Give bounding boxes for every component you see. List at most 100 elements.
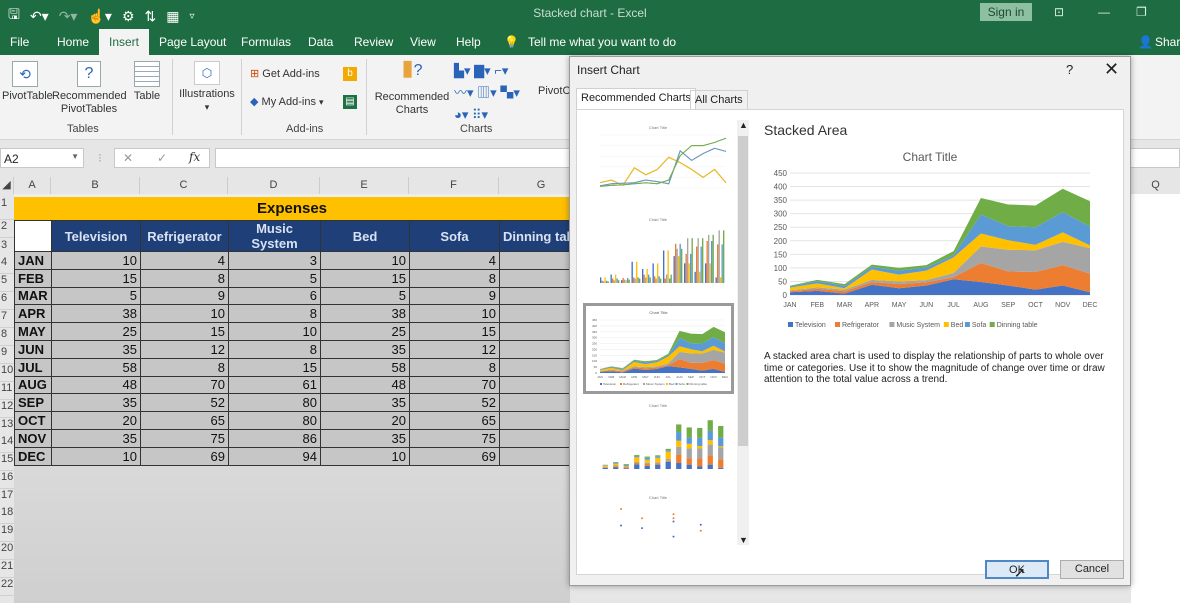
month-cell[interactable]: OCT [14,411,52,430]
value-cell[interactable]: 35 [320,428,410,448]
scroll-down-icon[interactable]: ▼ [739,535,748,545]
row-header[interactable]: 9 [0,345,14,364]
value-cell[interactable]: 10 [140,304,229,324]
share-button[interactable]: Share [1155,35,1180,49]
value-cell[interactable] [499,428,579,448]
month-cell[interactable]: NOV [14,428,52,448]
column-header-b[interactable]: B [51,177,140,194]
value-cell[interactable]: 70 [409,375,500,395]
value-cell[interactable]: 38 [320,304,410,324]
row-header[interactable]: 16 [0,470,14,489]
value-cell[interactable]: 35 [51,428,141,448]
month-cell[interactable]: AUG [14,375,52,395]
value-cell[interactable]: 20 [320,411,410,430]
value-cell[interactable] [499,304,579,324]
value-cell[interactable]: 58 [51,357,141,377]
value-cell[interactable]: 8 [228,339,321,359]
value-cell[interactable]: 10 [228,322,321,341]
value-cell[interactable]: 15 [140,322,229,341]
value-cell[interactable] [499,268,579,288]
column-chart-icon[interactable]: ▙▾ [454,63,471,78]
value-cell[interactable]: 69 [409,446,500,466]
value-cell[interactable]: 9 [140,286,229,306]
value-cell[interactable]: 58 [320,357,410,377]
value-cell[interactable]: 86 [228,428,321,448]
header-sofa[interactable]: Sofa [409,220,500,252]
cancel-button[interactable]: Cancel [1060,560,1124,579]
tell-me-search[interactable]: Tell me what you want to do [528,35,676,49]
value-cell[interactable]: 48 [51,375,141,395]
value-cell[interactable] [499,446,579,466]
value-cell[interactable]: 15 [409,322,500,341]
value-cell[interactable]: 35 [320,339,410,359]
value-cell[interactable] [499,375,579,395]
column-header-d[interactable]: D [228,177,320,194]
value-cell[interactable]: 5 [51,286,141,306]
month-cell[interactable]: MAY [14,322,52,341]
share-icon[interactable]: 👤 [1138,35,1153,49]
row-header[interactable]: 2 [0,220,14,238]
ribbon-display-icon[interactable]: ⊡ [1054,5,1064,19]
value-cell[interactable]: 10 [320,446,410,466]
header-refrigerator[interactable]: Refrigerator [140,220,229,252]
value-cell[interactable]: 8 [409,268,500,288]
value-cell[interactable]: 65 [409,411,500,430]
row-header[interactable]: 10 [0,363,14,382]
value-cell[interactable]: 80 [228,411,321,430]
value-cell[interactable]: 8 [409,357,500,377]
value-cell[interactable]: 6 [228,286,321,306]
header-dining-table[interactable]: Dinning tab [499,220,579,252]
month-cell[interactable]: JUN [14,339,52,359]
value-cell[interactable] [499,251,579,270]
select-all-corner[interactable]: ◢ [0,177,14,194]
restore-icon[interactable]: ❐ [1136,5,1147,19]
insert-function-icon[interactable]: fx [189,150,200,164]
value-cell[interactable]: 10 [51,446,141,466]
row-header[interactable]: 17 [0,488,14,507]
tab-all-charts[interactable]: All Charts [690,90,748,110]
header-bed[interactable]: Bed [320,220,410,252]
value-cell[interactable] [499,339,579,359]
column-header-e[interactable]: E [320,177,409,194]
value-cell[interactable]: 52 [140,393,229,413]
value-cell[interactable]: 12 [140,339,229,359]
scrollbar-thumb[interactable] [738,136,748,446]
column-header-c[interactable]: C [140,177,228,194]
value-cell[interactable] [499,322,579,341]
name-box[interactable]: A2 ▼ [0,148,84,168]
month-cell[interactable]: DEC [14,446,52,466]
value-cell[interactable]: 15 [228,357,321,377]
value-cell[interactable]: 35 [51,339,141,359]
value-cell[interactable] [499,286,579,306]
value-cell[interactable]: 10 [409,304,500,324]
value-cell[interactable] [499,411,579,430]
expenses-title[interactable]: Expenses [14,197,570,220]
column-header-a[interactable]: A [14,177,51,194]
people-graph-icon[interactable]: ▤ [343,95,357,109]
combo-chart-icon[interactable]: ▚▾ [500,85,520,100]
month-cell[interactable]: FEB [14,268,52,288]
thumbnail-scrollbar[interactable]: ▲ ▼ [737,120,749,545]
value-cell[interactable]: 20 [51,411,141,430]
tab-view[interactable]: View [410,35,436,49]
pivot-chart-button[interactable]: PivotC [538,85,570,98]
thumbnail-stacked-column[interactable]: Chart Title [586,399,731,484]
value-cell[interactable] [499,393,579,413]
value-cell[interactable]: 8 [228,304,321,324]
row-header[interactable]: 21 [0,559,14,578]
help-button[interactable]: ? [1066,62,1073,77]
hierarchy-chart-icon[interactable]: ▇▾ [474,63,491,78]
cell-a2[interactable] [14,220,52,252]
value-cell[interactable]: 38 [51,304,141,324]
thumbnail-stacked-area[interactable]: Chart Title 0 50 100 150 200 250 300 350 400 450 JA… [583,303,734,394]
header-music-system[interactable]: Music System [228,220,321,252]
value-cell[interactable]: 15 [320,268,410,288]
value-cell[interactable]: 12 [409,339,500,359]
tab-page-layout[interactable]: Page Layout [159,35,226,49]
bing-maps-icon[interactable]: b [343,67,357,81]
row-header[interactable]: 20 [0,542,14,560]
month-cell[interactable]: JUL [14,357,52,377]
value-cell[interactable]: 3 [228,251,321,270]
value-cell[interactable]: 4 [140,251,229,270]
month-cell[interactable]: JAN [14,251,52,270]
